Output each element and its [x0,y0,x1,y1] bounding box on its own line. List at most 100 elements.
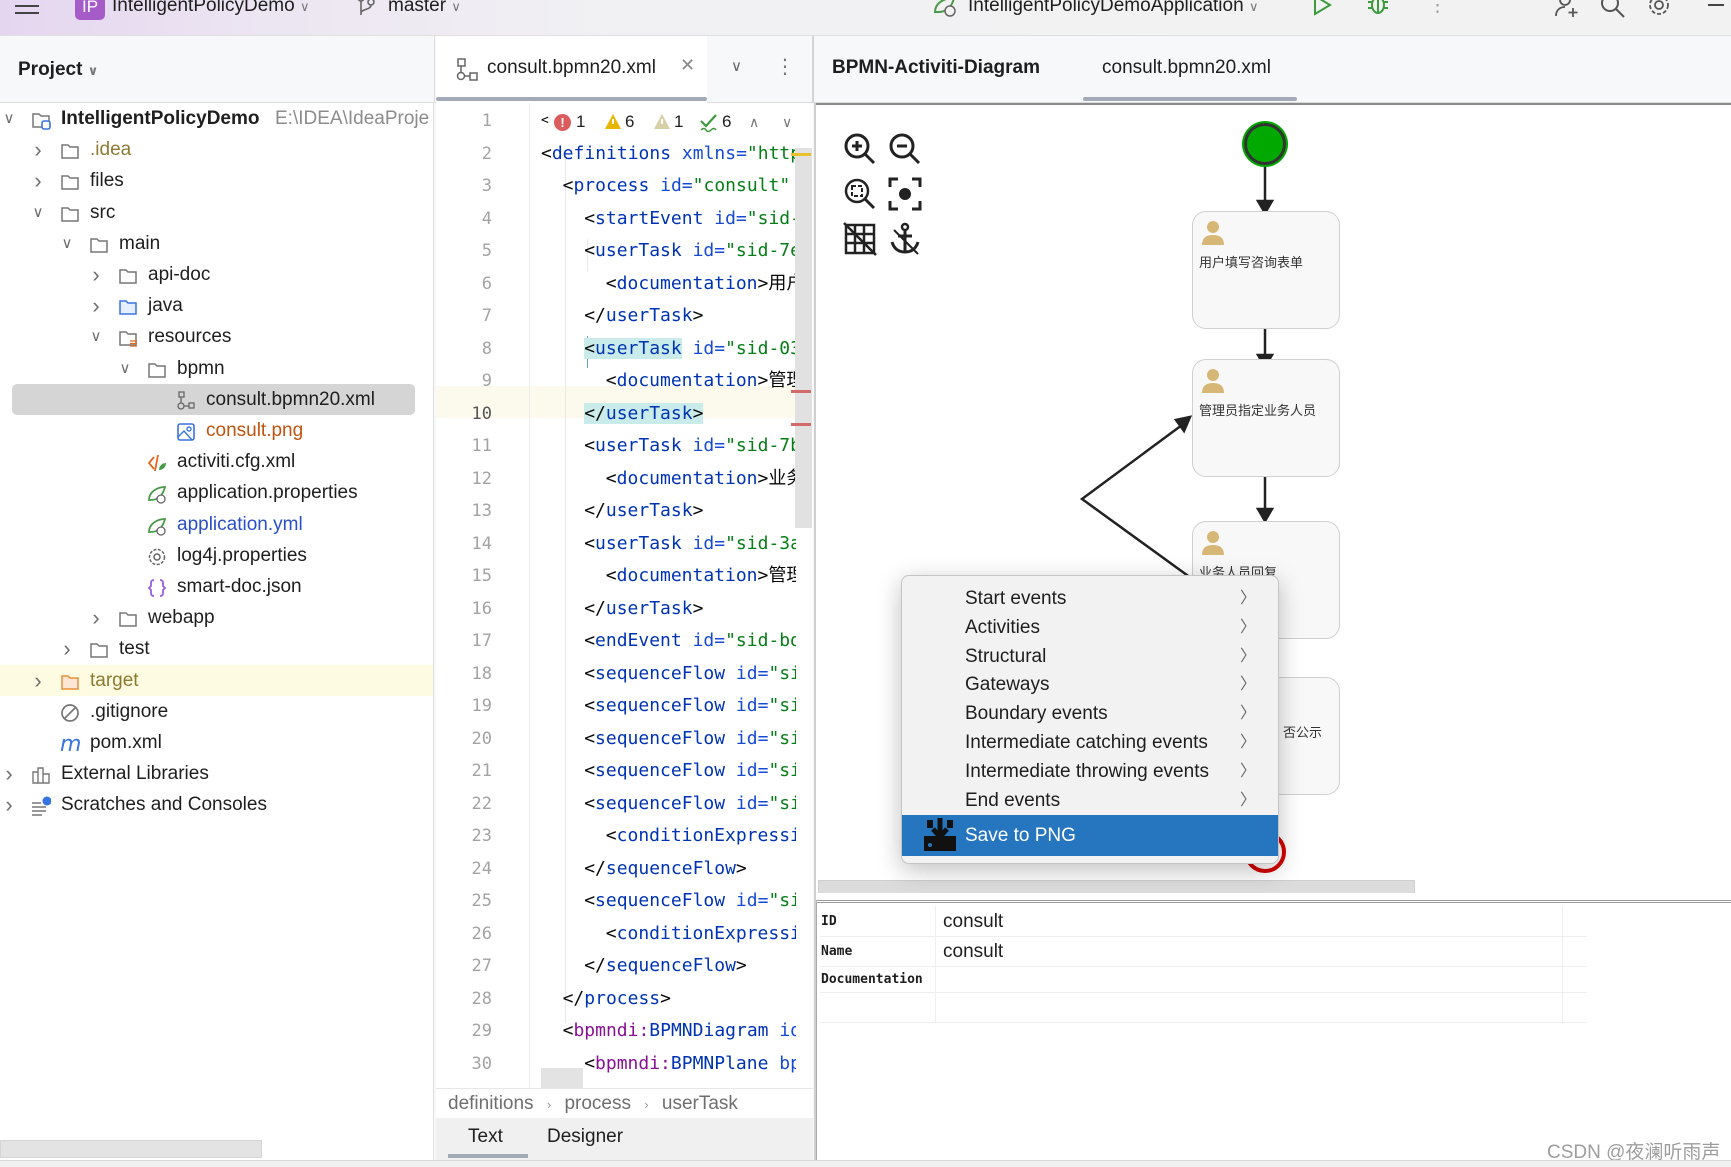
code-line[interactable]: 26 <conditionExpression [436,918,813,950]
code-line[interactable]: 15 <documentation>管理员 [436,560,813,592]
tab-designer[interactable]: Designer [547,1126,623,1148]
tree-item-intelligentpolicydemo[interactable]: ∨ IntelligentPolicyDemo E:\IDEA\IdeaProje [0,103,433,134]
property-value[interactable] [937,967,1563,992]
menu-item-intermediate-throwing-events[interactable]: Intermediate throwing events 〉 [902,757,1278,786]
run-config-selector[interactable]: IntelligentPolicyDemoApplication ∨ [968,0,1258,19]
code-line[interactable]: 12 <documentation>业务人 [436,463,813,495]
code-line[interactable]: 10 </userTask> [436,398,813,430]
tree-horizontal-scrollbar[interactable] [0,1140,262,1158]
add-user-icon[interactable] [1553,0,1581,20]
code-line[interactable]: 21 <sequenceFlow id="sic [436,755,813,787]
breadcrumb-item[interactable]: process [564,1093,631,1114]
menu-item-activities[interactable]: Activities 〉 [902,613,1278,642]
tree-item--gitignore[interactable]: .gitignore [0,696,433,727]
code-line[interactable]: 11 <userTask id="sid-7b5 [436,430,813,462]
code-line[interactable]: 8 <userTask id="sid-03f [436,333,813,365]
menu-item-intermediate-catching-events[interactable]: Intermediate catching events 〉 [902,728,1278,757]
search-icon[interactable] [1600,0,1626,20]
tree-item-pom-xml[interactable]: m pom.xml [0,727,433,758]
tree-item-api-doc[interactable]: › api-doc [0,259,433,290]
start-event[interactable] [1244,123,1286,165]
tree-item-src[interactable]: ∨ src [0,197,433,228]
chevron-right-icon[interactable]: › [31,134,45,165]
chevron-down-icon[interactable]: ∨ [60,228,74,259]
project-switcher[interactable]: IntelligentPolicyDemo ∨ [112,0,310,19]
code-line[interactable]: 24 </sequenceFlow> [436,853,813,885]
tab-consult-bpmn20-xml[interactable]: consult.bpmn20.xml ✕ [436,36,707,103]
chevron-right-icon[interactable]: › [31,165,45,196]
code-line[interactable]: 2 <definitions xmlns="http: [436,138,813,170]
code-line[interactable]: 17 <endEvent id="sid-bd3 [436,625,813,657]
tree-item-bpmn[interactable]: ∨ bpmn [0,353,433,384]
chevron-right-icon[interactable]: › [31,665,45,696]
tree-item-java[interactable]: › java [0,290,433,321]
breadcrumb-item[interactable]: definitions [448,1093,534,1114]
code-line[interactable]: 29 <bpmndi:BPMNDiagram id= [436,1015,813,1047]
chevron-down-icon[interactable]: ∨ [89,321,103,352]
code-line[interactable]: 6 <documentation>用户填 [436,268,813,300]
code-line[interactable]: 18 <sequenceFlow id="sic [436,658,813,690]
tabs-dropdown-icon[interactable]: ∨ [731,57,742,75]
tree-item-target[interactable]: › target [0,664,433,696]
menu-item-end-events[interactable]: End events 〉 [902,786,1278,815]
code-editor[interactable]: 1<2<definitions xmlns="http:3<process id… [436,103,813,1088]
menu-item-start-events[interactable]: Start events 〉 [902,584,1278,613]
property-value[interactable]: consult [937,937,1563,966]
tree-item--idea[interactable]: › .idea [0,134,433,165]
code-line[interactable]: 20 <sequenceFlow id="sic [436,723,813,755]
hamburger-icon[interactable] [14,0,40,18]
code-line[interactable]: 23 <conditionExpression [436,820,813,852]
chevron-down-icon[interactable]: ∨ [2,103,16,134]
debug-icon[interactable] [1366,0,1390,16]
tree-item-consult-bpmn20-xml[interactable]: consult.bpmn20.xml [12,383,415,415]
more-actions-icon[interactable]: ⋮ [1428,0,1447,18]
property-value[interactable] [937,993,1563,1022]
editor-vertical-scrollbar[interactable] [795,148,812,528]
chevron-right-icon[interactable]: › [89,602,103,633]
tree-item-smart-doc-json[interactable]: smart-doc.json [0,571,433,602]
code-line[interactable]: 28 </process> [436,983,813,1015]
tree-item-application-properties[interactable]: application.properties [0,477,433,508]
menu-item-save-to-png[interactable]: Save to PNG [902,815,1278,856]
tree-item-consult-png[interactable]: consult.png [0,415,433,446]
user-task[interactable]: 管理员指定业务人员 [1192,359,1340,477]
code-line[interactable]: 5 <userTask id="sid-7e4 [436,235,813,267]
tree-item-files[interactable]: › files [0,165,433,196]
diagram-horizontal-scrollbar[interactable] [818,880,1415,893]
code-line[interactable]: 30 <bpmndi:BPMNPlane bpmn [436,1048,813,1080]
next-problem-icon[interactable]: ∨ [782,105,792,139]
settings-icon[interactable] [1646,0,1672,20]
branch-switcher[interactable]: master ∨ [388,0,461,19]
close-tab-icon[interactable]: ✕ [680,55,695,76]
code-line[interactable]: 9 <documentation>管理员 [436,365,813,397]
chevron-right-icon[interactable]: › [89,290,103,321]
tree-item-main[interactable]: ∨ main [0,228,433,259]
minimize-button[interactable] [1708,4,1724,6]
tree-item-log4j-properties[interactable]: log4j.properties [0,540,433,571]
tree-item-activiti-cfg-xml[interactable]: activiti.cfg.xml [0,446,433,477]
tree-item-application-yml[interactable]: application.yml [0,509,433,540]
tree-item-webapp[interactable]: › webapp [0,602,433,633]
tab-bpmn-activiti-diagram[interactable]: BPMN-Activiti-Diagram [832,57,1040,79]
code-line[interactable]: 16 </userTask> [436,593,813,625]
code-line[interactable]: 22 <sequenceFlow id="sic [436,788,813,820]
chevron-right-icon[interactable]: › [2,789,16,820]
chevron-down-icon[interactable]: ∨ [118,353,132,384]
menu-item-structural[interactable]: Structural 〉 [902,642,1278,671]
chevron-right-icon[interactable]: › [2,758,16,789]
tab-text[interactable]: Text [468,1126,503,1148]
editor-horizontal-scrollbar[interactable] [541,1068,583,1088]
tree-item-resources[interactable]: ∨ resources [0,321,433,352]
previous-problem-icon[interactable]: ∧ [749,105,759,139]
chevron-down-icon[interactable]: ∨ [31,197,45,228]
code-line[interactable]: 25 <sequenceFlow id="sic [436,885,813,917]
property-value[interactable]: consult [937,906,1563,936]
code-line[interactable]: 3 <process id="consult" r [436,170,813,202]
tree-item-test[interactable]: › test [0,633,433,664]
tree-item-scratches-and-consoles[interactable]: › Scratches and Consoles [0,789,433,820]
tab-consult-bpmn20-xml-designer[interactable]: consult.bpmn20.xml [1102,57,1271,79]
chevron-right-icon[interactable]: › [60,633,74,664]
code-line[interactable]: 4 <startEvent id="sid-c [436,203,813,235]
code-line[interactable]: 7 </userTask> [436,300,813,332]
menu-item-gateways[interactable]: Gateways 〉 [902,670,1278,699]
